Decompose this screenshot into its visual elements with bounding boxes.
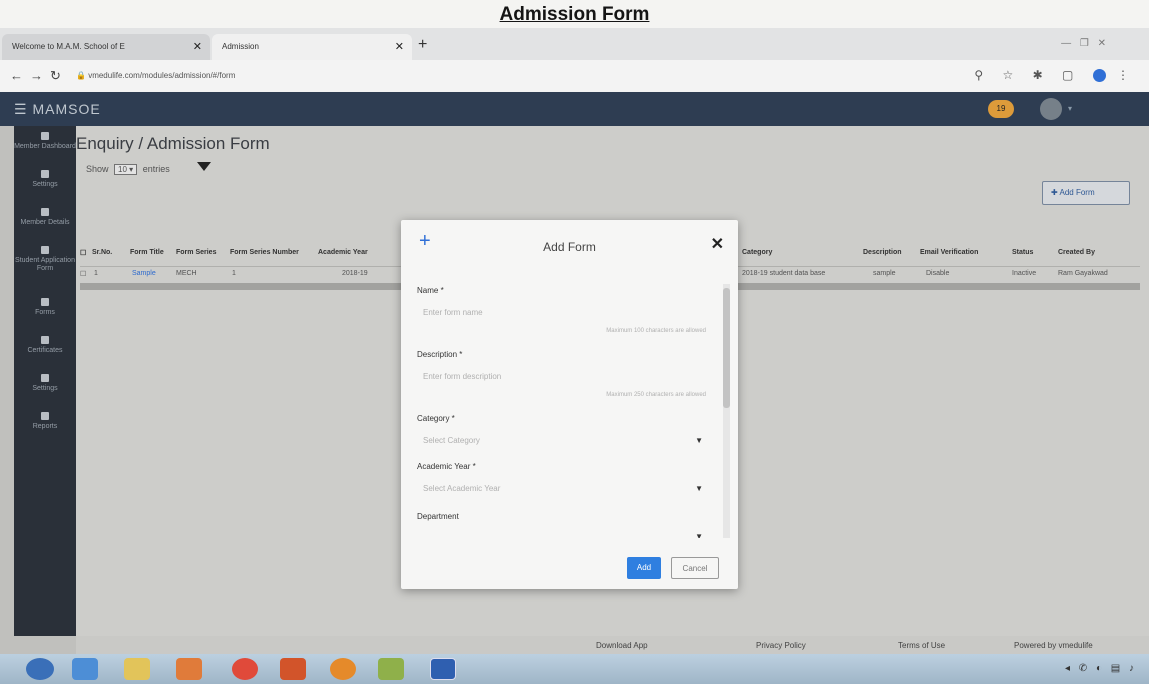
system-tray[interactable]: ◂ ✆ ◐ ▤ ♪ (1065, 663, 1137, 674)
chevron-down-icon: ▼ (695, 532, 703, 538)
modal-body: Name * Enter form name Maximum 100 chara… (417, 284, 722, 538)
add-form-modal: + Add Form ✕ Name * Enter form name Maxi… (401, 220, 738, 589)
back-icon[interactable]: ← (10, 68, 23, 83)
academic-year-label: Academic Year * (417, 462, 476, 471)
modal-scrollbar[interactable] (723, 284, 730, 538)
chrome-icon[interactable] (232, 658, 258, 680)
reload-icon[interactable]: ↻ (50, 68, 61, 84)
category-label: Category * (417, 414, 455, 423)
description-input[interactable]: Enter form description (417, 366, 709, 388)
close-icon[interactable]: ✕ (193, 40, 202, 53)
tab-label: Admission (222, 42, 259, 51)
chevron-down-icon: ▼ (695, 484, 703, 493)
close-icon[interactable]: ✕ (395, 40, 404, 53)
name-hint: Maximum 100 characters are allowed (606, 328, 706, 334)
profile-icon[interactable] (1092, 69, 1106, 83)
os-taskbar: ◂ ✆ ◐ ▤ ♪ (0, 654, 1149, 684)
browser-tab-school[interactable]: Welcome to M.A.M. School of E ✕ (2, 34, 210, 60)
start-button[interactable] (26, 658, 54, 680)
name-label: Name * (417, 286, 444, 295)
app-icon[interactable] (378, 658, 404, 680)
browser-tab-bar: Welcome to M.A.M. School of E ✕ Admissio… (0, 28, 1149, 60)
document-title: Admission Form (499, 4, 650, 25)
ie-icon[interactable] (72, 658, 98, 680)
chevron-down-icon: ▼ (695, 436, 703, 445)
scrollbar-thumb[interactable] (723, 288, 730, 408)
department-select[interactable]: ▼ (417, 526, 709, 538)
folder-icon[interactable] (124, 658, 150, 680)
academic-year-select[interactable]: Select Academic Year ▼ (417, 478, 709, 500)
powerpoint-icon[interactable] (280, 658, 306, 680)
description-hint: Maximum 250 characters are allowed (606, 392, 706, 398)
firefox-icon[interactable] (330, 658, 356, 680)
window-controls[interactable]: — ❐ ✕ (1061, 38, 1109, 49)
screen-photo: Welcome to M.A.M. School of E ✕ Admissio… (0, 28, 1149, 684)
modal-title: Add Form (543, 240, 596, 254)
department-label: Department (417, 512, 459, 521)
name-input[interactable]: Enter form name (417, 302, 709, 324)
address-bar: ← → ↻ 🔒 vmedulife.com/modules/admission/… (0, 60, 1149, 92)
description-label: Description * (417, 350, 463, 359)
forward-icon[interactable]: → (30, 68, 43, 83)
tab-label: Welcome to M.A.M. School of E (12, 42, 125, 51)
word-icon[interactable] (430, 658, 456, 680)
category-select[interactable]: Select Category ▼ (417, 430, 709, 452)
browser-tab-admission[interactable]: Admission ✕ (212, 34, 412, 60)
url-field[interactable]: 🔒 vmedulife.com/modules/admission/#/form (68, 67, 928, 85)
close-icon[interactable]: ✕ (711, 234, 724, 254)
url-text: vmedulife.com/modules/admission/#/form (88, 71, 236, 80)
cancel-button[interactable]: Cancel (671, 557, 719, 579)
browser-extensions[interactable]: ⚲ ☆ ✱ ▢ ⋮ (974, 68, 1137, 83)
media-player-icon[interactable] (176, 658, 202, 680)
academic-year-placeholder: Select Academic Year (423, 484, 501, 493)
new-tab-icon[interactable]: + (418, 36, 427, 54)
add-button[interactable]: Add (627, 557, 661, 579)
category-placeholder: Select Category (423, 436, 480, 445)
